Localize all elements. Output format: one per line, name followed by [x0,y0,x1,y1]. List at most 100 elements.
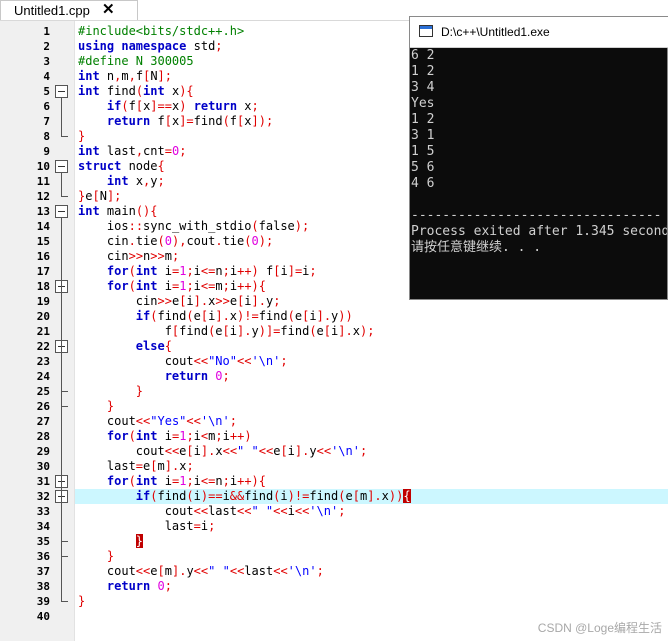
console-output-line: 5 6 [411,160,435,175]
code-line[interactable]: last=e[m].x; [78,459,194,474]
fold-end-marker [61,391,68,392]
console-output-line: 1 2 [411,112,435,127]
line-number: 33 [36,505,50,518]
line-number: 11 [36,175,50,188]
console-window[interactable]: D:\c++\Untitled1.exe 6 21 23 4 Yes 1 23 11… [409,16,668,300]
code-line[interactable]: cout<<"No"<<'\n'; [78,354,288,369]
console-output-line: 6 2 [411,48,435,63]
code-line[interactable]: #include<bits/stdc++.h> [78,24,244,39]
console-window-icon [419,25,433,37]
code-line[interactable]: cout<<e[i].x<<" "<<e[i].y<<'\n'; [78,444,367,459]
code-line[interactable]: for(int i=1;i<m;i++) [78,429,252,444]
code-line[interactable]: if(find(i)==i&&find(i)!=find(e[m].x)){ [78,489,411,504]
console-title: D:\c++\Untitled1.exe [441,25,550,39]
code-line[interactable]: for(int i=1;i<=n;i++) f[i]=i; [78,264,317,279]
line-number: 18 [36,280,50,293]
line-number: 16 [36,250,50,263]
code-line[interactable]: } [78,399,114,414]
line-number: 3 [43,55,50,68]
console-titlebar[interactable]: D:\c++\Untitled1.exe [410,17,668,48]
code-line[interactable]: } [78,549,114,564]
line-number: 36 [36,550,50,563]
line-number: 8 [43,130,50,143]
line-number: 34 [36,520,50,533]
code-line[interactable]: cin.tie(0),cout.tie(0); [78,234,273,249]
code-line[interactable]: f[find(e[i].y)]=find(e[i].x); [78,324,375,339]
line-number: 7 [43,115,50,128]
code-line[interactable]: cin>>n>>m; [78,249,179,264]
code-line[interactable]: int main(){ [78,204,158,219]
fold-end-marker [61,136,68,137]
close-icon[interactable]: ✕ [102,0,115,18]
console-output-line: -------------------------------- [411,208,662,223]
line-number: 24 [36,370,50,383]
console-output-line: 请按任意键继续. . . [411,240,542,255]
line-number: 10 [36,160,50,173]
line-number: 1 [43,25,50,38]
code-line[interactable]: using namespace std; [78,39,223,54]
tab-untitled1[interactable]: Untitled1.cpp ✕ [0,0,138,20]
code-line[interactable]: return 0; [78,579,172,594]
code-line[interactable]: } [78,534,144,549]
console-output-line: 4 6 [411,176,435,191]
console-output-line: Process exited after 1.345 seconds [411,224,667,239]
line-number: 6 [43,100,50,113]
code-line[interactable]: int n,m,f[N]; [78,69,172,84]
code-line[interactable]: int x,y; [78,174,165,189]
code-line[interactable]: if(f[x]==x) return x; [78,99,259,114]
fold-guide [61,173,62,197]
line-number: 23 [36,355,50,368]
fold-toggle-icon[interactable] [55,160,68,173]
code-line[interactable]: } [78,594,85,609]
code-line[interactable]: } [78,129,85,144]
line-number: 30 [36,460,50,473]
code-line[interactable]: int last,cnt=0; [78,144,186,159]
line-number: 37 [36,565,50,578]
line-number: 20 [36,310,50,323]
console-output: 6 21 23 4 Yes 1 23 11 55 64 6 -------------… [410,48,667,298]
code-line[interactable]: struct node{ [78,159,165,174]
code-line[interactable]: }e[N]; [78,189,121,204]
code-line[interactable]: for(int i=1;i<=n;i++){ [78,474,266,489]
line-number: 4 [43,70,50,83]
code-line[interactable]: else{ [78,339,172,354]
fold-toggle-icon[interactable] [55,205,68,218]
line-number: 19 [36,295,50,308]
code-line[interactable]: for(int i=1;i<=m;i++){ [78,279,266,294]
fold-toggle-icon[interactable] [55,85,68,98]
code-line[interactable]: int find(int x){ [78,84,194,99]
line-number: 2 [43,40,50,53]
code-line[interactable]: cout<<"Yes"<<'\n'; [78,414,237,429]
line-number: 9 [43,145,50,158]
code-line[interactable]: last=i; [78,519,216,534]
line-number: 40 [36,610,50,623]
fold-guide [61,218,62,602]
console-output-line: 3 4 [411,80,435,95]
line-number: 13 [36,205,50,218]
line-number: 22 [36,340,50,353]
code-line[interactable]: return 0; [78,369,230,384]
line-number-gutter: 1 2 3 4 5 6 7 8 9 10 11 12 13 14 15 16 17 18 19 20 21 22 23 24 2… [0,21,75,641]
code-line[interactable]: ios::sync_with_stdio(false); [78,219,309,234]
line-number: 12 [36,190,50,203]
console-output-line: 3 1 [411,128,435,143]
fold-guide [61,98,62,137]
line-number: 39 [36,595,50,608]
line-number: 25 [36,385,50,398]
line-number: 21 [36,325,50,338]
code-line[interactable]: cin>>e[i].x>>e[i].y; [78,294,281,309]
line-number: 26 [36,400,50,413]
code-line[interactable]: cout<<last<<" "<<i<<'\n'; [78,504,346,519]
line-number: 14 [36,220,50,233]
code-line[interactable]: #define N 300005 [78,54,194,69]
console-output-line: 1 5 [411,144,435,159]
fold-end-marker [61,601,68,602]
code-line[interactable]: } [78,384,143,399]
code-line[interactable]: if(find(e[i].x)!=find(e[i].y)) [78,309,353,324]
line-number: 32 [36,490,50,503]
code-line[interactable]: cout<<e[m].y<<" "<<last<<'\n'; [78,564,324,579]
fold-end-marker [61,196,68,197]
line-number: 5 [43,85,50,98]
line-number: 17 [36,265,50,278]
code-line[interactable]: return f[x]=find(f[x]); [78,114,273,129]
